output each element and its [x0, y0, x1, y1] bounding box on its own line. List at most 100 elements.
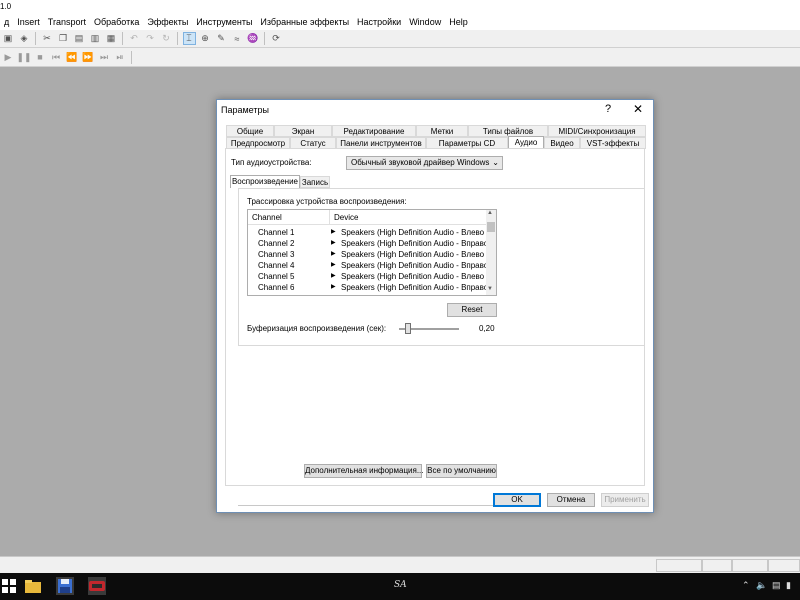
volume-icon[interactable]: 🔈 [756, 580, 767, 591]
device-type-combo[interactable]: Обычный звуковой драйвер Windows ⌄ [346, 156, 503, 170]
channel-cell: Channel 6 [258, 283, 295, 292]
windows-taskbar: SA ⌃ 🔈 ▤ ▮ [0, 573, 800, 600]
toolbar-separator [131, 50, 132, 64]
buffer-label: Буферизация воспроизведения (сек): [247, 324, 387, 333]
cut-icon[interactable]: ✂ [41, 32, 54, 45]
channel-cell: Channel 4 [258, 261, 295, 270]
eraser-icon[interactable]: ◈ [18, 32, 31, 45]
menu-window[interactable]: Window [405, 17, 445, 27]
device-type-label: Тип аудиоустройства: [231, 158, 312, 167]
tab-general[interactable]: Общие [226, 125, 274, 137]
subtab-record[interactable]: Запись [300, 176, 330, 188]
dialog-title: Параметры [221, 105, 269, 115]
save-icon[interactable]: ▣ [2, 32, 15, 45]
menu-insert[interactable]: Insert [13, 17, 44, 27]
subtab-playback[interactable]: Воспроизведение [230, 175, 300, 188]
go-end-icon[interactable]: ⏭ [98, 51, 111, 64]
device-type-value: Обычный звуковой драйвер Windows [351, 158, 490, 167]
copy-icon[interactable]: ❐ [57, 32, 70, 45]
device-cell: Speakers (High Definition Audio - Вправо [341, 261, 489, 270]
routing-label: Трассировка устройства воспроизведения: [247, 197, 407, 206]
list-header: Channel Device [248, 210, 486, 225]
scroll-down-icon[interactable]: ▼ [487, 286, 493, 292]
table-row[interactable]: Channel 2 ▶ Speakers (High Definition Au… [248, 238, 489, 249]
smooth-icon[interactable]: ≈ [231, 32, 244, 45]
loop-icon[interactable]: ⏯ [114, 51, 127, 64]
rewind-icon[interactable]: ⏪ [66, 51, 79, 64]
channel-cell: Channel 2 [258, 239, 295, 248]
more-info-button[interactable]: Дополнительная информация... [304, 464, 424, 478]
menu-favorites[interactable]: Избранные эффекты [256, 17, 353, 27]
device-cell: Speakers (High Definition Audio - Вправо [341, 239, 489, 248]
table-row[interactable]: Channel 6 ▶ Speakers (High Definition Au… [248, 282, 488, 293]
chevron-up-icon[interactable]: ⌃ [742, 580, 750, 591]
go-start-icon[interactable]: ⏮ [50, 51, 63, 64]
refresh-icon[interactable]: ⟳ [270, 32, 283, 45]
apply-button[interactable]: Применить [601, 493, 649, 507]
menu-tools[interactable]: Инструменты [192, 17, 256, 27]
table-row[interactable]: Channel 3 ▶ Speakers (High Definition Au… [248, 249, 486, 260]
channel-routing-list: Channel Device Channel 1 ▶ Speakers (Hig… [247, 209, 497, 296]
list-scrollbar[interactable]: ▲ ▼ [486, 210, 496, 295]
undo-icon[interactable]: ↶ [128, 32, 141, 45]
triangle-right-icon: ▶ [331, 273, 336, 279]
tab-display[interactable]: Экран [274, 125, 332, 137]
stop-icon[interactable]: ■ [34, 51, 47, 64]
table-row[interactable]: Channel 1 ▶ Speakers (High Definition Au… [248, 227, 486, 238]
toolbar-separator [35, 32, 36, 45]
forward-icon[interactable]: ⏩ [82, 51, 95, 64]
menu-help[interactable]: Help [445, 17, 472, 27]
status-cell [768, 559, 800, 572]
cursor-icon[interactable]: ⌶ [182, 32, 196, 45]
repeat-icon[interactable]: ↻ [160, 32, 173, 45]
scroll-up-icon[interactable]: ▲ [487, 210, 493, 216]
help-icon[interactable]: ? [605, 103, 611, 115]
toolbar-separator [122, 32, 123, 45]
reset-button[interactable]: Reset [447, 303, 497, 317]
toolbar-separator [177, 32, 178, 45]
battery-icon[interactable]: ▮ [786, 580, 791, 591]
pause-icon[interactable]: ❚❚ [16, 51, 31, 64]
triangle-right-icon: ▶ [331, 251, 336, 257]
status-cell [656, 559, 702, 572]
tab-markers[interactable]: Метки [416, 125, 468, 137]
network-icon[interactable]: ▤ [772, 580, 781, 591]
tab-editing[interactable]: Редактирование [332, 125, 416, 137]
menu-effects[interactable]: Эффекты [143, 17, 192, 27]
save-app-icon[interactable] [56, 577, 74, 595]
sound-forge-icon[interactable] [88, 577, 106, 595]
table-row[interactable]: Channel 4 ▶ Speakers (High Definition Au… [248, 260, 489, 271]
paste-icon[interactable]: ▤ [73, 32, 86, 45]
table-row[interactable]: Channel 5 ▶ Speakers (High Definition Au… [248, 271, 486, 282]
buffer-slider-thumb[interactable] [405, 323, 411, 334]
windows-start-icon[interactable] [0, 577, 18, 595]
redo-icon[interactable]: ↷ [144, 32, 157, 45]
zoom-icon[interactable]: ⊕ [199, 32, 212, 45]
cancel-button[interactable]: Отмена [547, 493, 595, 507]
app-titlebar: 1.0 [0, 0, 800, 14]
channel-cell: Channel 1 [258, 228, 295, 237]
crop-icon[interactable]: ▦ [105, 32, 118, 45]
triangle-right-icon: ▶ [331, 284, 336, 290]
menu-options[interactable]: Настройки [353, 17, 405, 27]
play-icon[interactable]: ▶ [2, 51, 15, 64]
triangle-right-icon: ▶ [331, 240, 336, 246]
paste-mix-icon[interactable]: ▥ [89, 32, 102, 45]
column-header-device[interactable]: Device [334, 213, 358, 222]
restore-defaults-button[interactable]: Все по умолчанию [426, 464, 497, 478]
menu-process[interactable]: Обработка [90, 17, 143, 27]
scroll-thumb[interactable] [487, 222, 495, 232]
menu-file[interactable]: д [0, 17, 13, 27]
tab-midi-sync[interactable]: MIDI/Синхронизация [548, 125, 646, 137]
menu-transport[interactable]: Transport [44, 17, 90, 27]
column-header-channel[interactable]: Channel [252, 213, 282, 222]
taskbar-center-label: SA [394, 580, 407, 590]
chevron-down-icon: ⌄ [492, 158, 499, 167]
close-icon[interactable]: ✕ [633, 102, 643, 116]
pencil-icon[interactable]: ✎ [215, 32, 228, 45]
file-explorer-icon[interactable] [24, 577, 42, 595]
ok-button[interactable]: OK [493, 493, 541, 507]
device-cell: Speakers (High Definition Audio - Влево [341, 272, 485, 281]
channel-cell: Channel 5 [258, 272, 295, 281]
scrub-icon[interactable]: ♒ [247, 32, 260, 45]
